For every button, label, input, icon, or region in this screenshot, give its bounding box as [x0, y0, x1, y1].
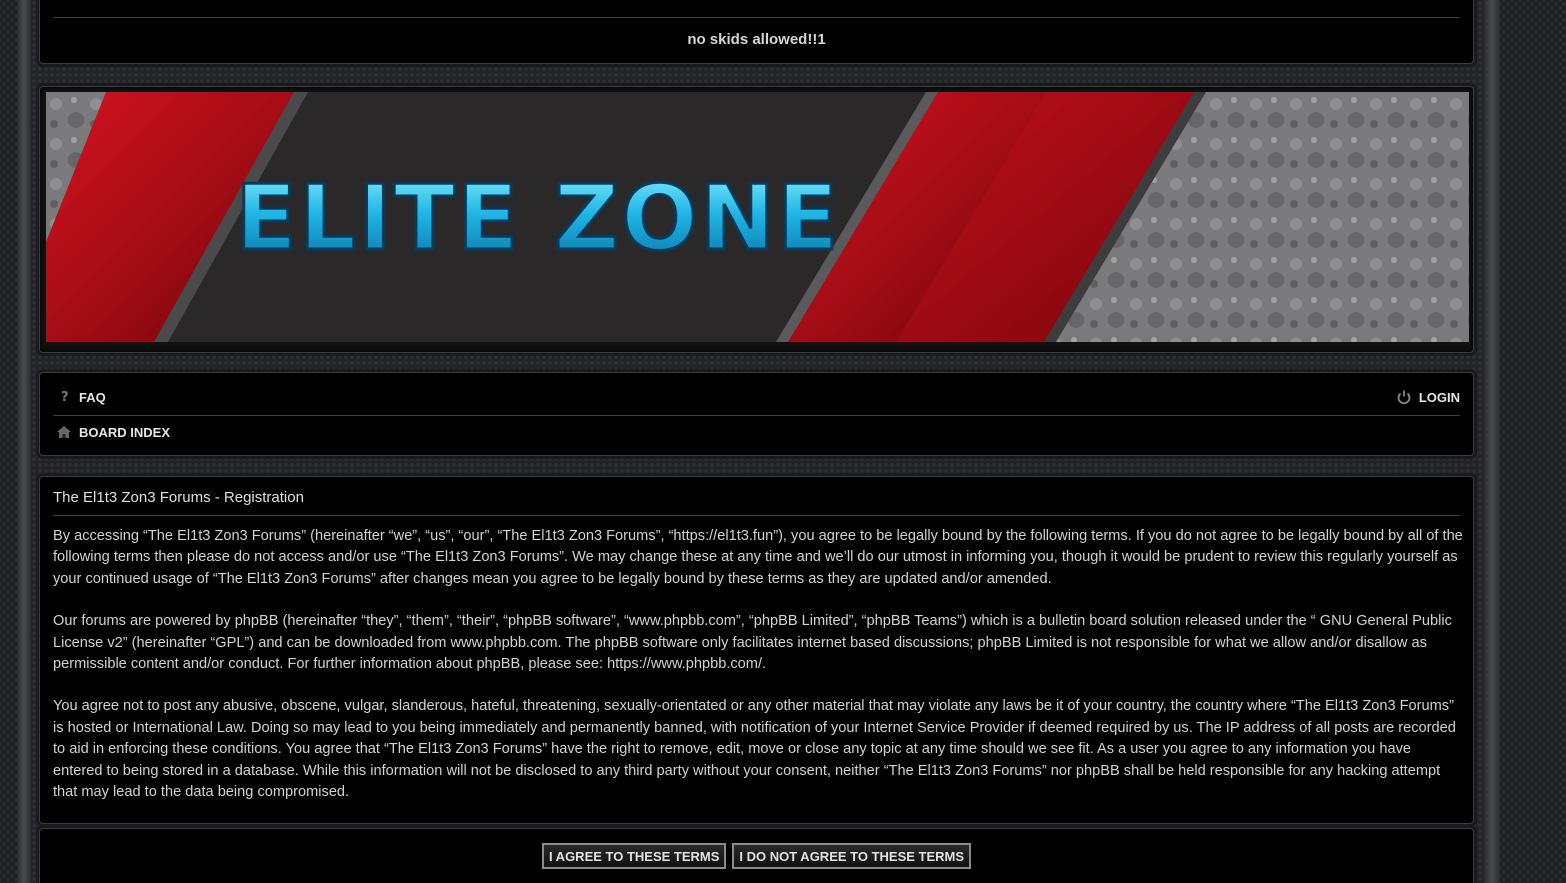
agree-button[interactable]: I AGREE TO THESE TERMS — [541, 843, 727, 869]
terms-actions-panel: I AGREE TO THESE TERMS I DO NOT AGREE TO… — [39, 828, 1474, 883]
faq-label: FAQ — [79, 389, 106, 405]
page-wrapper: no skids allowed!!1 ELITE ZONE ? FAQ LOG… — [31, 0, 1484, 883]
site-motto-panel: no skids allowed!!1 — [39, 0, 1474, 64]
nav-row-top: ? FAQ LOGIN — [53, 387, 1460, 416]
question-icon: ? — [55, 388, 73, 406]
left-frame-rail — [17, 0, 31, 883]
terms-text: By accessing “The El1t3 Zon3 Forums” (he… — [53, 526, 1463, 824]
terms-actions: I AGREE TO THESE TERMS I DO NOT AGREE TO… — [40, 843, 1473, 869]
svg-text:?: ? — [61, 390, 69, 405]
terms-paragraph: You agree not to post any abusive, obsce… — [53, 698, 1456, 801]
site-banner[interactable]: ELITE ZONE — [46, 92, 1469, 342]
page-title: The El1t3 Zon3 Forums - Registration — [53, 489, 1460, 516]
site-motto: no skids allowed!!1 — [687, 31, 826, 48]
disagree-button[interactable]: I DO NOT AGREE TO THESE TERMS — [732, 843, 972, 869]
terms-paragraph: By accessing “The El1t3 Zon3 Forums” (he… — [53, 528, 1463, 587]
power-icon — [1395, 388, 1413, 406]
login-link[interactable]: LOGIN — [1395, 388, 1460, 406]
faq-link[interactable]: ? FAQ — [55, 388, 106, 406]
registration-terms-panel: The El1t3 Zon3 Forums - Registration By … — [39, 476, 1474, 824]
login-label: LOGIN — [1418, 389, 1460, 405]
home-icon — [55, 423, 73, 441]
board-index-link[interactable]: BOARD INDEX — [55, 423, 170, 441]
board-index-label: BOARD INDEX — [79, 424, 171, 440]
divider — [53, 17, 1460, 18]
banner-panel: ELITE ZONE — [39, 86, 1474, 353]
banner-logo-text: ELITE ZONE — [235, 166, 840, 271]
terms-paragraph: Our forums are powered by phpBB (hereina… — [53, 613, 1452, 673]
right-frame-rail — [1484, 0, 1500, 883]
navbar: ? FAQ LOGIN BOARD INDEX — [39, 372, 1474, 456]
